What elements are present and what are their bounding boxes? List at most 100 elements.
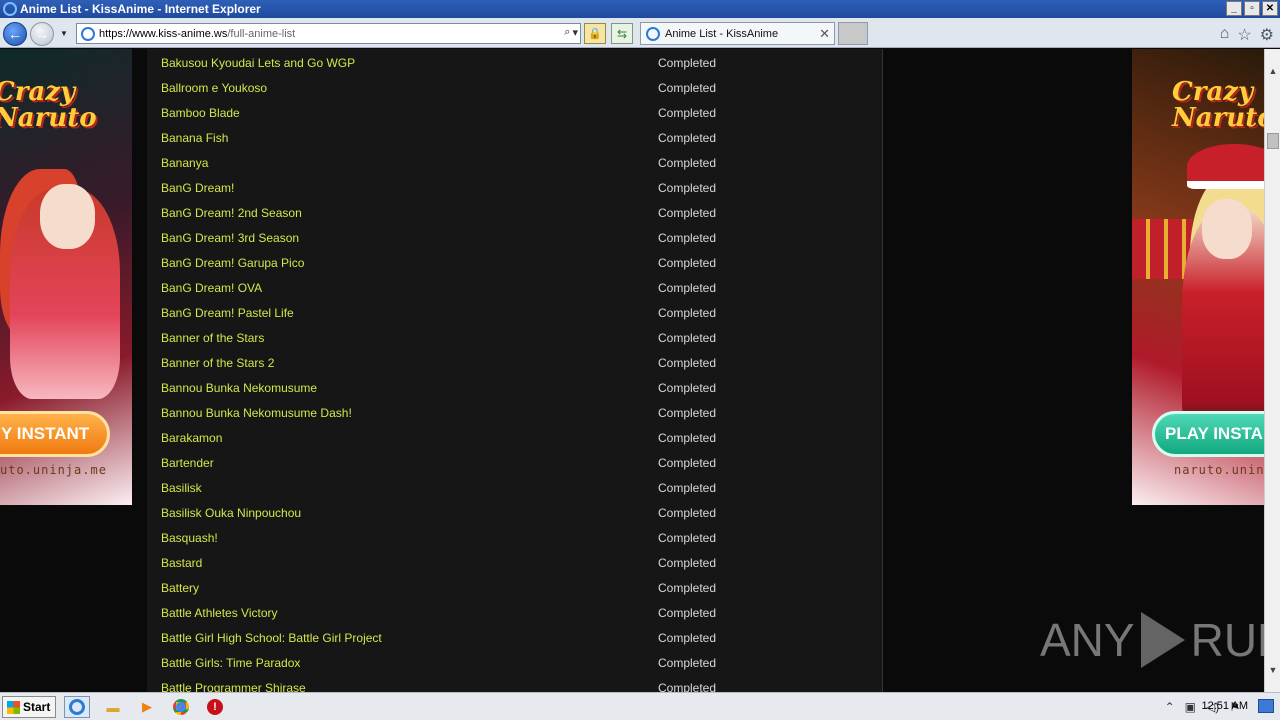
anime-status: Completed xyxy=(658,605,717,620)
network-icon[interactable]: ▣ xyxy=(1185,700,1196,714)
list-item: Banana Fish Completed xyxy=(147,125,882,150)
watermark-right: RUN xyxy=(1190,614,1264,666)
scroll-thumb[interactable] xyxy=(1267,133,1279,149)
scroll-up-icon[interactable]: ▲ xyxy=(1265,63,1280,79)
media-player-icon: ▶ xyxy=(142,699,152,714)
list-item: Basilisk Completed xyxy=(147,475,882,500)
play-icon xyxy=(1140,612,1185,668)
back-button[interactable]: ← xyxy=(3,22,27,46)
list-item: Ballroom e Youkoso Completed xyxy=(147,75,882,100)
forward-button[interactable]: → xyxy=(30,22,54,46)
taskbar-explorer[interactable]: ▬ xyxy=(100,696,126,718)
anime-status: Completed xyxy=(658,530,717,545)
address-tools: ⌕ ▾ xyxy=(564,26,578,39)
anime-title-link[interactable]: Ballroom e Youkoso xyxy=(161,81,267,95)
search-icon[interactable]: ⌕ xyxy=(564,26,570,39)
vertical-scrollbar[interactable]: ▲ ▼ xyxy=(1264,49,1280,692)
lock-icon[interactable]: 🔒 xyxy=(584,23,606,44)
taskbar-ie[interactable] xyxy=(64,696,90,718)
back-arrow-icon: ← xyxy=(8,26,22,42)
anime-title-link[interactable]: Bananya xyxy=(161,156,208,170)
anime-title-link[interactable]: Battle Athletes Victory xyxy=(161,606,278,620)
anime-title-link[interactable]: Banner of the Stars 2 xyxy=(161,356,274,370)
anime-title-link[interactable]: Battle Programmer Shirase xyxy=(161,681,306,693)
anime-status: Completed xyxy=(658,155,717,170)
taskbar-stop-app[interactable]: ! xyxy=(202,696,228,718)
tab-anime-list[interactable]: Anime List - KissAnime ✕ xyxy=(640,22,835,45)
new-tab-button[interactable] xyxy=(838,22,868,45)
left-ad-banner[interactable]: Crazy Naruto Y INSTANT uto.uninja.me xyxy=(0,49,132,505)
anime-title-link[interactable]: Barakamon xyxy=(161,431,222,445)
anime-title-link[interactable]: Bamboo Blade xyxy=(161,106,240,120)
anime-title-link[interactable]: BanG Dream! xyxy=(161,181,234,195)
address-host: https://www.kiss-anime.ws xyxy=(99,27,228,40)
page-viewport: Crazy Naruto Y INSTANT uto.uninja.me Bak… xyxy=(0,49,1264,692)
ad-play-button[interactable]: Y INSTANT xyxy=(0,411,110,457)
tray-expand-icon[interactable]: ⌃ xyxy=(1165,700,1175,714)
window-title: Anime List - KissAnime - Internet Explor… xyxy=(20,2,261,16)
anime-status: Completed xyxy=(658,405,717,420)
clock[interactable]: 12:51 AM xyxy=(1202,700,1248,712)
taskbar-media-player[interactable]: ▶ xyxy=(134,696,160,718)
ad-play-button[interactable]: PLAY INSTA xyxy=(1152,411,1264,457)
anime-status: Completed xyxy=(658,105,717,120)
history-dropdown-icon[interactable]: ▼ xyxy=(60,29,68,38)
anyrun-watermark: ANY RUN xyxy=(1040,605,1264,675)
right-ad-banner[interactable]: Crazy Naruto PLAY INSTA naruto.uninja xyxy=(1132,49,1264,505)
window-controls: _ ▫ ✕ xyxy=(1226,1,1278,16)
anime-status: Completed xyxy=(658,430,717,445)
anime-title-link[interactable]: BanG Dream! Garupa Pico xyxy=(161,256,304,270)
ie-icon xyxy=(3,2,17,16)
anime-title-link[interactable]: Banner of the Stars xyxy=(161,331,264,345)
tab-close-icon[interactable]: ✕ xyxy=(819,26,830,42)
scroll-down-icon[interactable]: ▼ xyxy=(1265,662,1280,678)
list-item: Barakamon Completed xyxy=(147,425,882,450)
anime-status: Completed xyxy=(658,505,717,520)
anime-title-link[interactable]: Battle Girl High School: Battle Girl Pro… xyxy=(161,631,382,645)
anime-title-link[interactable]: Banana Fish xyxy=(161,131,228,145)
anime-title-link[interactable]: Basquash! xyxy=(161,531,218,545)
home-icon[interactable]: ⌂ xyxy=(1220,25,1230,45)
anime-title-link[interactable]: Bakusou Kyoudai Lets and Go WGP xyxy=(161,56,355,70)
windows-logo-icon xyxy=(7,701,20,714)
anime-status: Completed xyxy=(658,580,717,595)
anime-title-link[interactable]: BanG Dream! 3rd Season xyxy=(161,231,299,245)
anime-title-link[interactable]: Basilisk Ouka Ninpouchou xyxy=(161,506,301,520)
list-item: Battery Completed xyxy=(147,575,882,600)
refresh-icon[interactable]: ⇆ xyxy=(611,23,633,44)
anime-status: Completed xyxy=(658,555,717,570)
restore-button[interactable]: ▫ xyxy=(1244,1,1260,16)
anime-title-link[interactable]: Bannou Bunka Nekomusume xyxy=(161,381,317,395)
anime-title-link[interactable]: BanG Dream! Pastel Life xyxy=(161,306,294,320)
anime-title-link[interactable]: Basilisk xyxy=(161,481,202,495)
folder-icon: ▬ xyxy=(106,699,120,715)
anime-title-link[interactable]: BanG Dream! 2nd Season xyxy=(161,206,302,220)
close-button[interactable]: ✕ xyxy=(1262,1,1278,16)
list-item: Basquash! Completed xyxy=(147,525,882,550)
anime-title-link[interactable]: Battle Girls: Time Paradox xyxy=(161,656,300,670)
list-item: Bastard Completed xyxy=(147,550,882,575)
anime-list-container: Bakusou Kyoudai Lets and Go WGP Completed… xyxy=(147,49,883,692)
list-item: BanG Dream! OVA Completed xyxy=(147,275,882,300)
anime-title-link[interactable]: Bartender xyxy=(161,456,214,470)
anime-title-link[interactable]: Bastard xyxy=(161,556,202,570)
list-item: Bannou Bunka Nekomusume Completed xyxy=(147,375,882,400)
anime-title-link[interactable]: BanG Dream! OVA xyxy=(161,281,262,295)
list-item: Battle Athletes Victory Completed xyxy=(147,600,882,625)
favorites-star-icon[interactable]: ☆ xyxy=(1237,25,1251,45)
anime-status: Completed xyxy=(658,330,717,345)
start-button[interactable]: Start xyxy=(2,696,56,718)
address-bar[interactable]: https://www.kiss-anime.ws/full-anime-lis… xyxy=(76,23,581,44)
show-desktop-button[interactable] xyxy=(1258,699,1274,713)
anime-status: Completed xyxy=(658,130,717,145)
anime-title-link[interactable]: Battery xyxy=(161,581,199,595)
anime-status: Completed xyxy=(658,55,717,70)
anime-title-link[interactable]: Bannou Bunka Nekomusume Dash! xyxy=(161,406,352,420)
minimize-button[interactable]: _ xyxy=(1226,1,1242,16)
taskbar-chrome[interactable] xyxy=(168,696,194,718)
ad-url: naruto.uninja xyxy=(1174,463,1264,477)
address-dropdown-icon[interactable]: ▾ xyxy=(572,26,578,39)
gear-icon[interactable]: ⚙ xyxy=(1260,25,1274,45)
list-item: Bamboo Blade Completed xyxy=(147,100,882,125)
tab-title: Anime List - KissAnime xyxy=(665,27,779,40)
